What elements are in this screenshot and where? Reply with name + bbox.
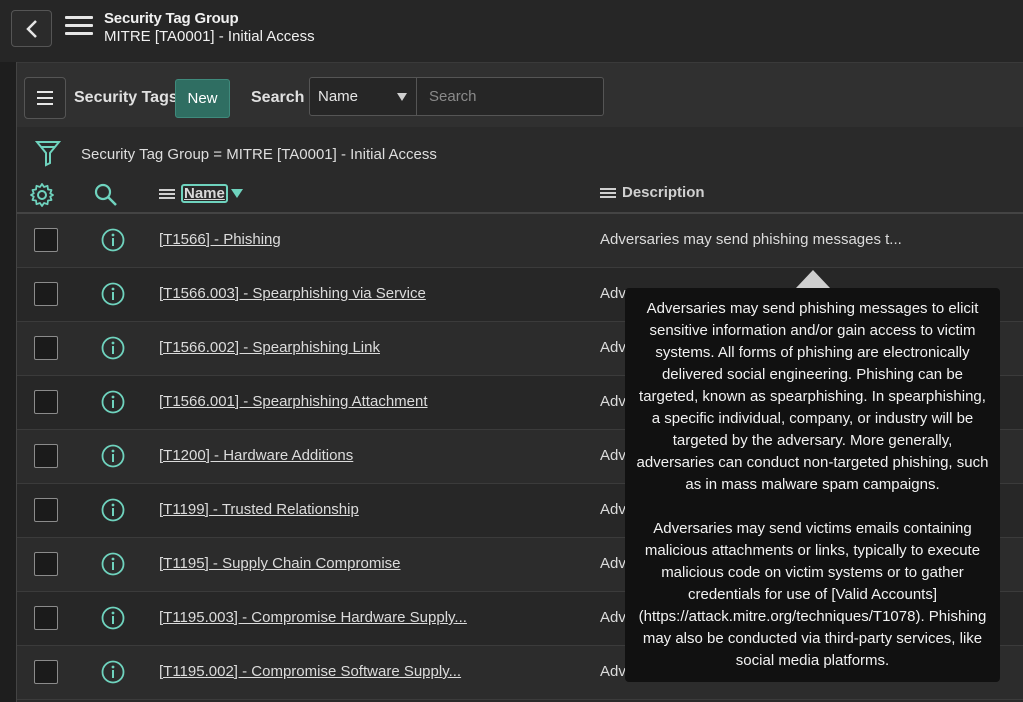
row-checkbox[interactable] [34,552,58,576]
row-checkbox[interactable] [34,660,58,684]
form-header: Security Tag Group MITRE [TA0001] - Init… [0,0,1023,62]
column-description-label[interactable]: Description [622,184,705,201]
row-name-link[interactable]: [T1566.001] - Spearphishing Attachment [159,393,428,410]
row-name-link[interactable]: [T1566.002] - Spearphishing Link [159,339,380,356]
info-circle-icon[interactable] [101,444,125,468]
row-name-link[interactable]: [T1200] - Hardware Additions [159,447,353,464]
column-menu-icon[interactable] [600,186,616,200]
info-circle-icon[interactable] [101,336,125,360]
row-name-link[interactable]: [T1195] - Supply Chain Compromise [159,555,401,572]
row-description: Adversaries may send phishing messages t… [600,231,902,248]
table-row: [T1566] - Phishing Adversaries may send … [17,214,1023,268]
list-title: Security Tags [74,89,178,106]
row-description: Adv [600,663,626,680]
row-name-link[interactable]: [T1199] - Trusted Relationship [159,501,359,518]
row-description: Adv [600,555,626,572]
column-header-name[interactable]: Name [159,184,243,203]
row-description: Adv [600,501,626,518]
column-header-description[interactable]: Description [600,184,705,201]
info-circle-icon[interactable] [101,282,125,306]
tooltip-paragraph-1: Adversaries may send phishing messages t… [636,300,989,493]
sort-descending-icon[interactable] [230,189,243,198]
new-button[interactable]: New [175,79,230,118]
info-circle-icon[interactable] [101,552,125,576]
back-button[interactable] [11,10,52,47]
filter-breadcrumb: Security Tag Group = MITRE [TA0001] - In… [17,130,1023,176]
search-field-value: Name [318,88,359,105]
row-description: Adv [600,447,626,464]
row-description: Adv [600,339,626,356]
row-description: Adv [600,393,626,410]
row-checkbox[interactable] [34,390,58,414]
row-checkbox[interactable] [34,336,58,360]
list-toolbar: Security Tags New Search Name [17,62,1023,127]
filter-condition[interactable]: Security Tag Group = MITRE [TA0001] - In… [81,146,437,163]
row-checkbox[interactable] [34,228,58,252]
row-name-link[interactable]: [T1195.003] - Compromise Hardware Supply… [159,609,467,626]
search-input[interactable] [417,77,604,116]
tooltip-arrow [796,270,830,288]
row-name-link[interactable]: [T1566] - Phishing [159,231,281,248]
column-name-label[interactable]: Name [181,184,228,203]
row-checkbox[interactable] [34,498,58,522]
row-checkbox[interactable] [34,444,58,468]
search-field-select[interactable]: Name [309,77,417,116]
row-checkbox[interactable] [34,282,58,306]
page-subtitle: MITRE [TA0001] - Initial Access [104,28,315,45]
page-title: Security Tag Group [104,10,239,27]
tooltip-paragraph-2: Adversaries may send victims emails cont… [638,520,987,669]
info-circle-icon[interactable] [101,390,125,414]
info-circle-icon[interactable] [101,228,125,252]
row-description: Adv [600,609,626,626]
row-description: Adv [600,285,626,302]
column-header-row: Name Description [17,176,1023,214]
magnifier-icon[interactable] [93,182,119,208]
row-name-link[interactable]: [T1566.003] - Spearphishing via Service [159,285,426,302]
search-label: Search [251,89,305,106]
chevron-left-icon [25,19,37,38]
column-menu-icon[interactable] [159,187,175,201]
info-circle-icon[interactable] [101,660,125,684]
gear-icon[interactable] [29,182,55,208]
row-name-link[interactable]: [T1195.002] - Compromise Software Supply… [159,663,461,680]
row-checkbox[interactable] [34,606,58,630]
info-circle-icon[interactable] [101,606,125,630]
list-menu-button[interactable] [24,77,66,119]
description-tooltip: Adversaries may send phishing messages t… [625,288,1000,682]
hamburger-icon[interactable] [65,16,93,40]
caret-down-icon [397,93,407,101]
info-circle-icon[interactable] [101,498,125,522]
funnel-icon[interactable] [35,139,61,167]
